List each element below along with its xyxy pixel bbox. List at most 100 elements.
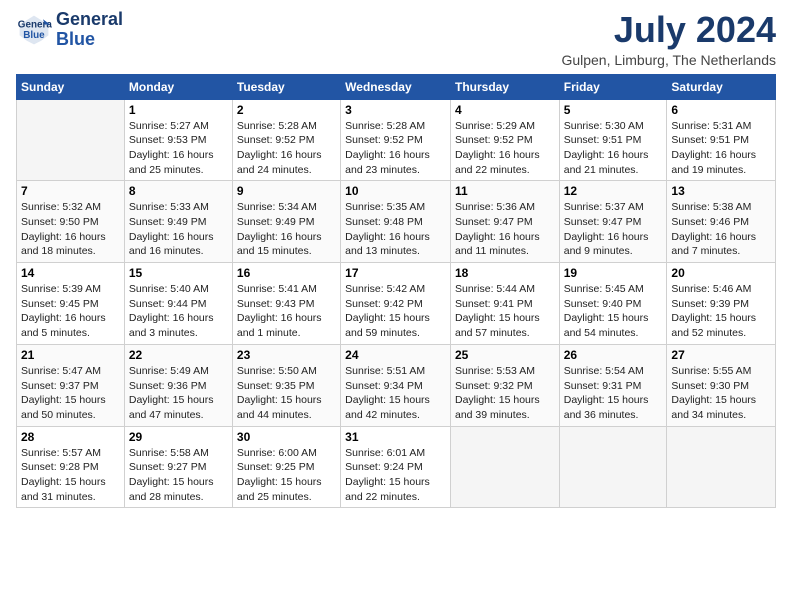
daylight-text: Daylight: 15 hours and 57 minutes.: [455, 312, 540, 339]
sunrise-text: Sunrise: 5:27 AM: [129, 120, 209, 132]
sunset-text: Sunset: 9:43 PM: [237, 298, 315, 310]
sunrise-text: Sunrise: 5:37 AM: [564, 201, 644, 213]
sunrise-text: Sunrise: 5:32 AM: [21, 201, 101, 213]
day-info: Sunrise: 5:40 AMSunset: 9:44 PMDaylight:…: [129, 282, 228, 341]
sunrise-text: Sunrise: 5:47 AM: [21, 365, 101, 377]
day-number: 12: [564, 184, 663, 198]
calendar-header-thursday: Thursday: [450, 74, 559, 99]
calendar-week-row: 7Sunrise: 5:32 AMSunset: 9:50 PMDaylight…: [17, 181, 776, 263]
logo-text-blue: Blue: [56, 30, 123, 50]
sunset-text: Sunset: 9:27 PM: [129, 461, 207, 473]
day-info: Sunrise: 6:01 AMSunset: 9:24 PMDaylight:…: [345, 446, 446, 505]
daylight-text: Daylight: 15 hours and 34 minutes.: [671, 394, 756, 421]
day-number: 23: [237, 348, 336, 362]
daylight-text: Daylight: 16 hours and 1 minute.: [237, 312, 322, 339]
sunrise-text: Sunrise: 5:53 AM: [455, 365, 535, 377]
calendar-day-cell: 12 Sunrise: 5:37 AMSunset: 9:47 PMDayligh…: [559, 181, 667, 263]
calendar-day-cell: 19Sunrise: 5:45 AMSunset: 9:40 PMDayligh…: [559, 263, 667, 345]
sunrise-text: Sunrise: 5:30 AM: [564, 120, 644, 132]
calendar-day-cell: 9Sunrise: 5:34 AMSunset: 9:49 PMDaylight…: [232, 181, 340, 263]
calendar-day-cell: 4 Sunrise: 5:29 AMSunset: 9:52 PMDaylight…: [450, 99, 559, 181]
sunrise-text: Sunrise: 5:57 AM: [21, 447, 101, 459]
sunrise-text: Sunrise: 5:55 AM: [671, 365, 751, 377]
logo-icon: General Blue: [16, 12, 52, 48]
sunset-text: Sunset: 9:48 PM: [345, 216, 423, 228]
sunrise-text: Sunrise: 5:31 AM: [671, 120, 751, 132]
logo: General Blue General Blue: [16, 10, 123, 50]
day-number: 28: [21, 430, 120, 444]
day-info: Sunrise: 5:30 AMSunset: 9:51 PMDaylight:…: [564, 119, 663, 178]
day-number: 26: [564, 348, 663, 362]
daylight-text: Daylight: 16 hours and 23 minutes.: [345, 149, 430, 176]
calendar-day-cell: 24Sunrise: 5:51 AMSunset: 9:34 PMDayligh…: [341, 344, 451, 426]
day-number: 2: [237, 103, 336, 117]
calendar-header-row: SundayMondayTuesdayWednesdayThursdayFrid…: [17, 74, 776, 99]
calendar-header-sunday: Sunday: [17, 74, 125, 99]
logo-text-general: General: [56, 10, 123, 30]
calendar-day-cell: 18Sunrise: 5:44 AMSunset: 9:41 PMDayligh…: [450, 263, 559, 345]
daylight-text: Daylight: 15 hours and 31 minutes.: [21, 476, 106, 503]
day-info: Sunrise: 5:31 AMSunset: 9:51 PMDaylight:…: [671, 119, 771, 178]
day-number: 15: [129, 266, 228, 280]
sunrise-text: Sunrise: 5:39 AM: [21, 283, 101, 295]
sunset-text: Sunset: 9:49 PM: [129, 216, 207, 228]
sunset-text: Sunset: 9:30 PM: [671, 380, 749, 392]
calendar-table: SundayMondayTuesdayWednesdayThursdayFrid…: [16, 74, 776, 509]
sunset-text: Sunset: 9:37 PM: [21, 380, 99, 392]
calendar-day-cell: 1Sunrise: 5:27 AMSunset: 9:53 PMDaylight…: [124, 99, 232, 181]
day-number: 13: [671, 184, 771, 198]
daylight-text: Daylight: 15 hours and 28 minutes.: [129, 476, 214, 503]
sunrise-text: Sunrise: 5:45 AM: [564, 283, 644, 295]
sunrise-text: Sunrise: 5:41 AM: [237, 283, 317, 295]
sunrise-text: Sunrise: 5:44 AM: [455, 283, 535, 295]
day-info: Sunrise: 5:49 AMSunset: 9:36 PMDaylight:…: [129, 364, 228, 423]
day-info: Sunrise: 5:55 AM Sunset: 9:30 PM Daylight:…: [671, 364, 771, 423]
calendar-day-cell: 16Sunrise: 5:41 AMSunset: 9:43 PMDayligh…: [232, 263, 340, 345]
calendar-week-row: 28 Sunrise: 5:57 AM Sunset: 9:28 PM Dayligh…: [17, 426, 776, 508]
day-number: 30: [237, 430, 336, 444]
calendar-day-cell: 14Sunrise: 5:39 AMSunset: 9:45 PMDayligh…: [17, 263, 125, 345]
daylight-text: Daylight: 16 hours and 21 minutes.: [564, 149, 649, 176]
daylight-text: Daylight: 16 hours and 25 minutes.: [129, 149, 214, 176]
day-info: Sunrise: 5:33 AMSunset: 9:49 PMDaylight:…: [129, 200, 228, 259]
calendar-day-cell: [559, 426, 667, 508]
day-number: 8: [129, 184, 228, 198]
sunset-text: Sunset: 9:52 PM: [237, 134, 315, 146]
day-info: Sunrise: 5:37 AMSunset: 9:47 PMDaylight:…: [564, 200, 663, 259]
daylight-text: Daylight: 15 hours and 44 minutes.: [237, 394, 322, 421]
day-info: Sunrise: 5:29 AMSunset: 9:52 PMDaylight:…: [455, 119, 555, 178]
daylight-text: Daylight: 15 hours and 59 minutes.: [345, 312, 430, 339]
calendar-header-tuesday: Tuesday: [232, 74, 340, 99]
sunset-text: Sunset: 9:28 PM: [21, 461, 99, 473]
calendar-day-cell: 22Sunrise: 5:49 AMSunset: 9:36 PMDayligh…: [124, 344, 232, 426]
calendar-day-cell: 28 Sunrise: 5:57 AM Sunset: 9:28 PM Dayligh…: [17, 426, 125, 508]
day-number: 24: [345, 348, 446, 362]
header: General Blue General Blue July 2024 Gulp…: [16, 10, 776, 68]
calendar-day-cell: 5Sunrise: 5:30 AMSunset: 9:51 PMDaylight…: [559, 99, 667, 181]
svg-text:Blue: Blue: [23, 30, 45, 41]
calendar-day-cell: 21Sunrise: 5:47 AMSunset: 9:37 PMDayligh…: [17, 344, 125, 426]
calendar-day-cell: 25Sunrise: 5:53 AMSunset: 9:32 PMDayligh…: [450, 344, 559, 426]
daylight-text: Daylight: 16 hours and 24 minutes.: [237, 149, 322, 176]
calendar-day-cell: 11Sunrise: 5:36 AMSunset: 9:47 PMDayligh…: [450, 181, 559, 263]
sunset-text: Sunset: 9:52 PM: [345, 134, 423, 146]
sunrise-text: Sunrise: 5:50 AM: [237, 365, 317, 377]
daylight-text: Daylight: 16 hours and 13 minutes.: [345, 231, 430, 258]
daylight-text: Daylight: 16 hours and 7 minutes.: [671, 231, 756, 258]
day-info: Sunrise: 5:28 AMSunset: 9:52 PMDaylight:…: [345, 119, 446, 178]
daylight-text: Daylight: 15 hours and 39 minutes.: [455, 394, 540, 421]
day-number: 4: [455, 103, 555, 117]
calendar-day-cell: 6Sunrise: 5:31 AMSunset: 9:51 PMDaylight…: [667, 99, 776, 181]
day-number: 31: [345, 430, 446, 444]
calendar-day-cell: 23 Sunrise: 5:50 AMSunset: 9:35 PMDayligh…: [232, 344, 340, 426]
sunset-text: Sunset: 9:47 PM: [455, 216, 533, 228]
day-info: Sunrise: 5:42 AMSunset: 9:42 PMDaylight:…: [345, 282, 446, 341]
calendar-day-cell: 20Sunrise: 5:46 AMSunset: 9:39 PMDayligh…: [667, 263, 776, 345]
sunrise-text: Sunrise: 5:38 AM: [671, 201, 751, 213]
daylight-text: Daylight: 15 hours and 50 minutes.: [21, 394, 106, 421]
day-number: 20: [671, 266, 771, 280]
day-info: Sunrise: 5:50 AMSunset: 9:35 PMDaylight:…: [237, 364, 336, 423]
sunset-text: Sunset: 9:40 PM: [564, 298, 642, 310]
daylight-text: Daylight: 16 hours and 3 minutes.: [129, 312, 214, 339]
daylight-text: Daylight: 15 hours and 47 minutes.: [129, 394, 214, 421]
